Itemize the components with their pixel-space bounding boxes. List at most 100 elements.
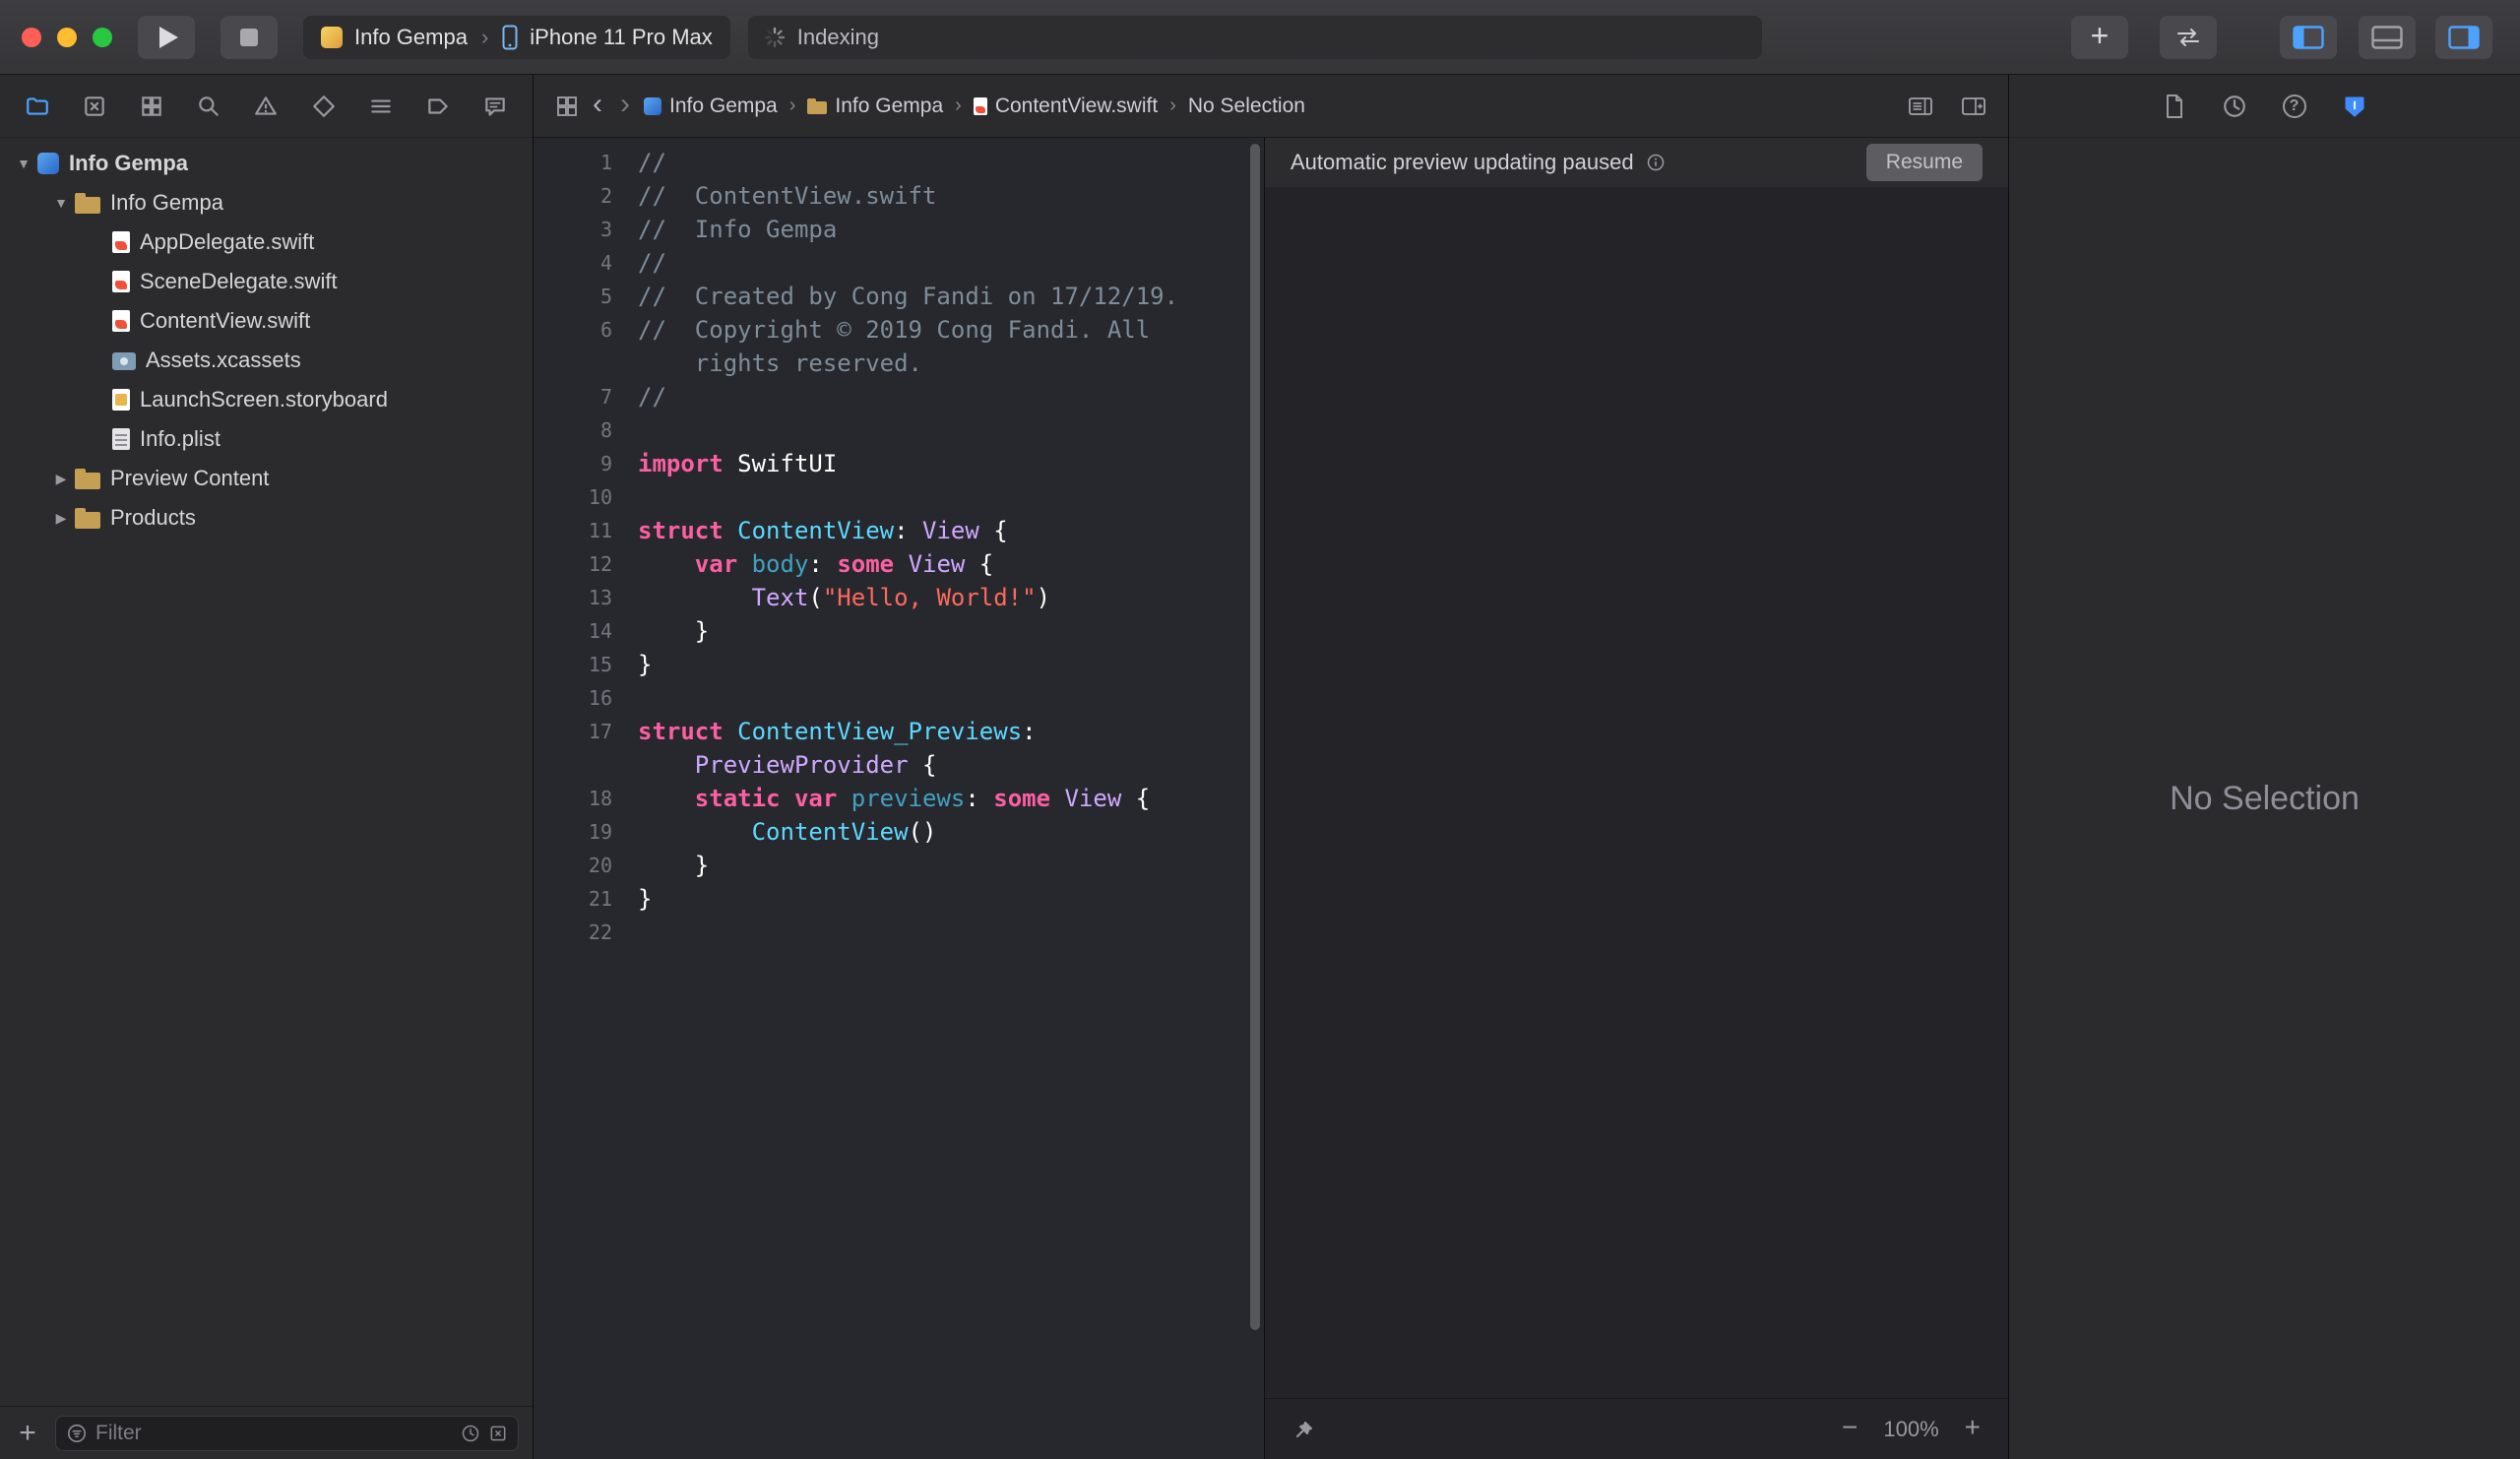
code-line[interactable]: 17struct ContentView_Previews: (534, 715, 1264, 748)
filter-field[interactable] (55, 1416, 519, 1451)
add-editor-icon[interactable] (1961, 95, 1986, 118)
breadcrumb-label: Info Gempa (669, 95, 778, 118)
file-inspector-icon[interactable] (2163, 94, 2186, 119)
zoom-in-button[interactable]: + (1965, 1414, 1981, 1441)
xcode-window: Info Gempa › iPhone 11 Pro Max (0, 0, 2520, 1459)
source-editor[interactable]: 1//2// ContentView.swift3// Info Gempa4/… (534, 138, 1264, 1459)
tree-item-info-gempa[interactable]: ▼Info Gempa (0, 183, 533, 222)
code-text: // (638, 246, 666, 280)
toggle-inspector-button[interactable] (2435, 16, 2492, 59)
source-control-filter-icon[interactable] (488, 1424, 508, 1443)
source-control-navigator-icon[interactable] (75, 87, 114, 126)
code-line[interactable]: 16 (534, 681, 1264, 715)
tree-item-scenedelegate-swift[interactable]: SceneDelegate.swift (0, 262, 533, 301)
code-line[interactable]: 5// Created by Cong Fandi on 17/12/19. (534, 280, 1264, 313)
breadcrumb-group[interactable]: Info Gempa (807, 95, 943, 118)
stop-button[interactable] (220, 16, 278, 59)
report-navigator-icon[interactable] (475, 87, 515, 126)
project-navigator-icon[interactable] (18, 87, 57, 126)
code-lines: 1//2// ContentView.swift3// Info Gempa4/… (534, 146, 1264, 949)
preview-status-text: Automatic preview updating paused (1291, 150, 1634, 175)
breadcrumb-selection[interactable]: No Selection (1188, 95, 1305, 118)
tree-item-preview-content[interactable]: ▶Preview Content (0, 459, 533, 498)
code-line[interactable]: 2// ContentView.swift (534, 179, 1264, 213)
no-selection-label: No Selection (2170, 780, 2360, 818)
code-line[interactable]: 13 Text("Hello, World!") (534, 581, 1264, 614)
code-line[interactable]: 11struct ContentView: View { (534, 514, 1264, 547)
filter-input[interactable] (95, 1422, 453, 1445)
tree-item-products[interactable]: ▶Products (0, 498, 533, 538)
editor-options-icon[interactable] (1908, 95, 1933, 118)
code-review-button[interactable] (2160, 16, 2217, 59)
code-text: } (638, 882, 652, 916)
code-text: // Info Gempa (638, 213, 837, 246)
tree-item-info-gempa[interactable]: ▼Info Gempa (0, 144, 533, 183)
disclosure-triangle-icon[interactable]: ▶ (47, 510, 75, 527)
breakpoint-navigator-icon[interactable] (418, 87, 458, 126)
code-line[interactable]: 18 static var previews: some View { (534, 782, 1264, 815)
library-button[interactable]: + (2071, 16, 2128, 59)
related-items-icon[interactable] (555, 95, 579, 118)
preview-canvas[interactable] (1265, 187, 2008, 1398)
find-navigator-icon[interactable] (189, 87, 228, 126)
recent-files-filter-icon[interactable] (461, 1424, 480, 1443)
code-line[interactable]: 1// (534, 146, 1264, 179)
disclosure-triangle-icon[interactable]: ▼ (10, 156, 37, 171)
code-line[interactable]: rights reserved. (534, 347, 1264, 380)
editor-scrollbar[interactable] (1250, 144, 1260, 1330)
zoom-window-button[interactable] (93, 28, 112, 47)
swift-icon (112, 271, 130, 292)
code-line[interactable]: PreviewProvider { (534, 748, 1264, 782)
code-line[interactable]: 7 // (534, 380, 1264, 413)
pin-icon[interactable] (1292, 1418, 1316, 1441)
go-forward-button[interactable]: › (616, 90, 634, 119)
zoom-out-button[interactable]: − (1842, 1414, 1858, 1441)
code-line[interactable]: 9import SwiftUI (534, 447, 1264, 480)
code-text: static var previews: some View { (638, 782, 1150, 815)
code-line[interactable]: 20 } (534, 849, 1264, 882)
go-back-button[interactable]: ‹ (589, 90, 606, 119)
breadcrumb-separator: › (1167, 95, 1178, 117)
code-line[interactable]: 15} (534, 648, 1264, 681)
run-button[interactable] (138, 16, 195, 59)
breadcrumb-file[interactable]: ContentView.swift (974, 95, 1158, 118)
test-navigator-icon[interactable] (304, 87, 344, 126)
code-line[interactable]: 12 var body: some View { (534, 547, 1264, 581)
tree-item-assets-xcassets[interactable]: Assets.xcassets (0, 341, 533, 380)
disclosure-triangle-icon[interactable]: ▼ (47, 195, 75, 211)
symbol-navigator-icon[interactable] (132, 87, 171, 126)
code-line[interactable]: 10 (534, 480, 1264, 514)
tree-item-label: Info.plist (140, 426, 220, 452)
code-line[interactable]: 22 (534, 916, 1264, 949)
info-icon[interactable] (1646, 153, 1666, 172)
quick-help-inspector-icon[interactable] (2342, 94, 2367, 119)
toggle-navigator-button[interactable] (2280, 16, 2337, 59)
scheme-selector[interactable]: Info Gempa › iPhone 11 Pro Max (303, 16, 730, 59)
history-inspector-icon[interactable] (2222, 94, 2247, 119)
tree-item-info-plist[interactable]: Info.plist (0, 419, 533, 459)
code-line[interactable]: 3// Info Gempa (534, 213, 1264, 246)
disclosure-triangle-icon[interactable]: ▶ (47, 471, 75, 487)
tree-item-appdelegate-swift[interactable]: AppDelegate.swift (0, 222, 533, 262)
issue-navigator-icon[interactable] (246, 87, 285, 126)
code-text: // (638, 380, 666, 413)
inspector-panel-icon (2448, 26, 2480, 49)
toggle-debug-area-button[interactable] (2359, 16, 2416, 59)
resume-button[interactable]: Resume (1866, 144, 1983, 181)
code-line[interactable]: 19 ContentView() (534, 815, 1264, 849)
line-number: 18 (534, 782, 612, 815)
code-line[interactable]: 14 } (534, 614, 1264, 648)
close-window-button[interactable] (22, 28, 41, 47)
code-line[interactable]: 4// (534, 246, 1264, 280)
code-line[interactable]: 21} (534, 882, 1264, 916)
code-line[interactable]: 8 (534, 413, 1264, 447)
debug-navigator-icon[interactable] (361, 87, 401, 126)
help-inspector-icon[interactable]: ? (2283, 95, 2306, 118)
minimize-window-button[interactable] (57, 28, 77, 47)
tree-item-launchscreen-storyboard[interactable]: LaunchScreen.storyboard (0, 380, 533, 419)
tree-item-contentview-swift[interactable]: ContentView.swift (0, 301, 533, 341)
code-line[interactable]: 6// Copyright © 2019 Cong Fandi. All (534, 313, 1264, 347)
add-file-button[interactable]: + (14, 1419, 41, 1448)
breadcrumb-project[interactable]: Info Gempa (644, 95, 778, 118)
line-number: 7 (534, 380, 612, 413)
